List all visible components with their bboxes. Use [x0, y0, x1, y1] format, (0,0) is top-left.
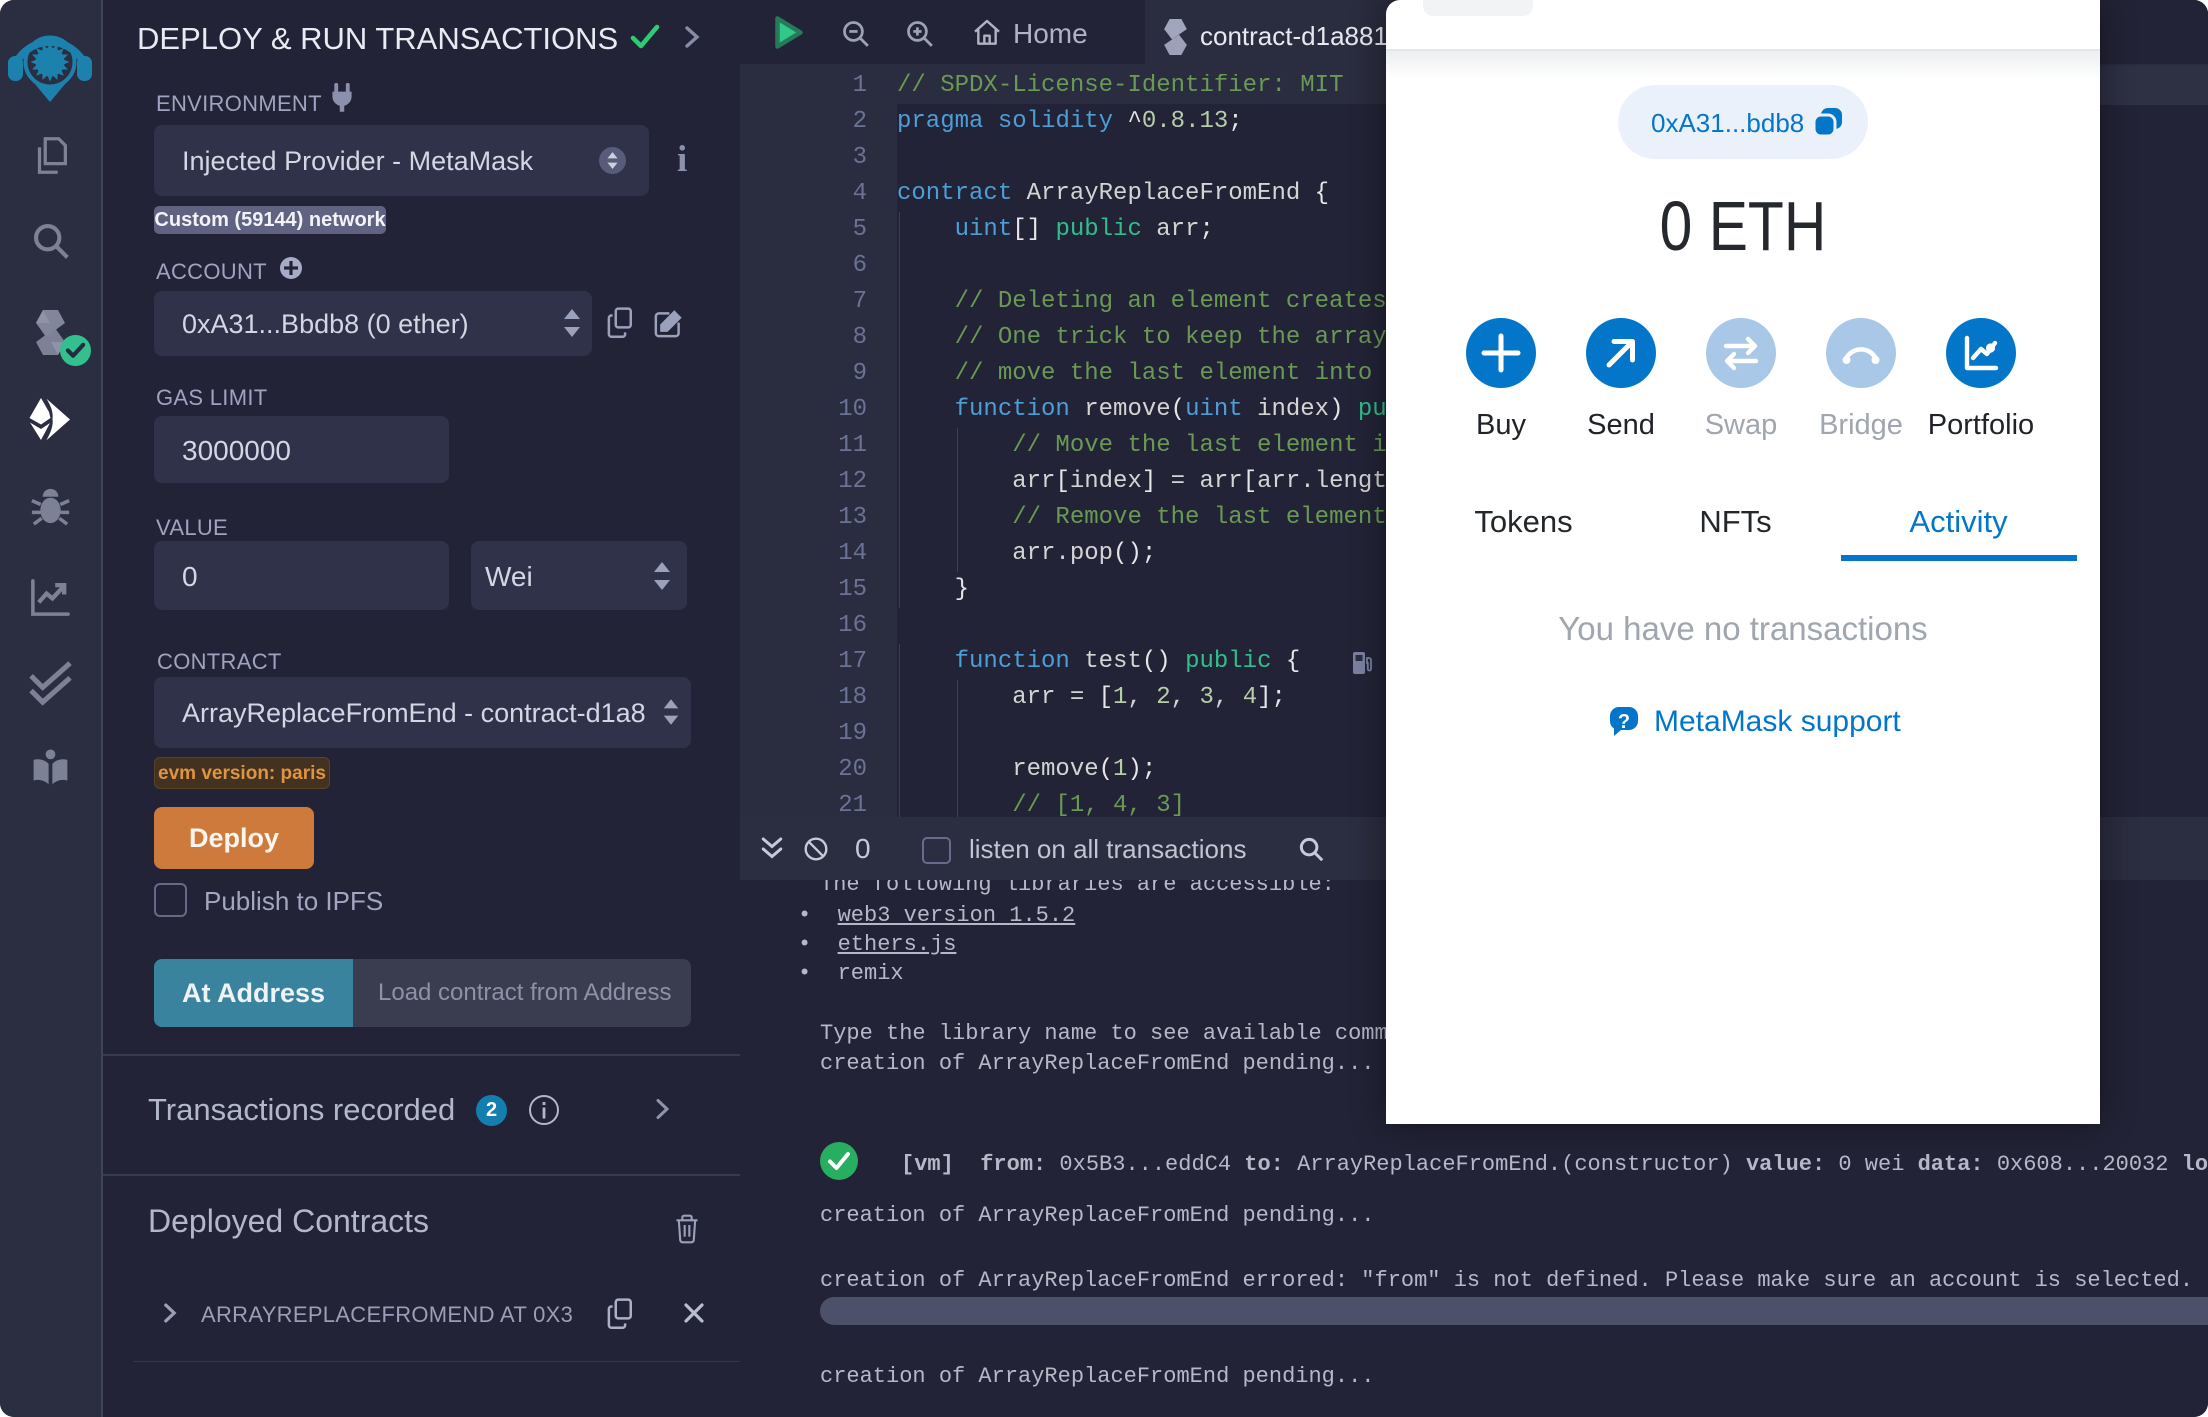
svg-text:?: ? — [1618, 711, 1630, 733]
